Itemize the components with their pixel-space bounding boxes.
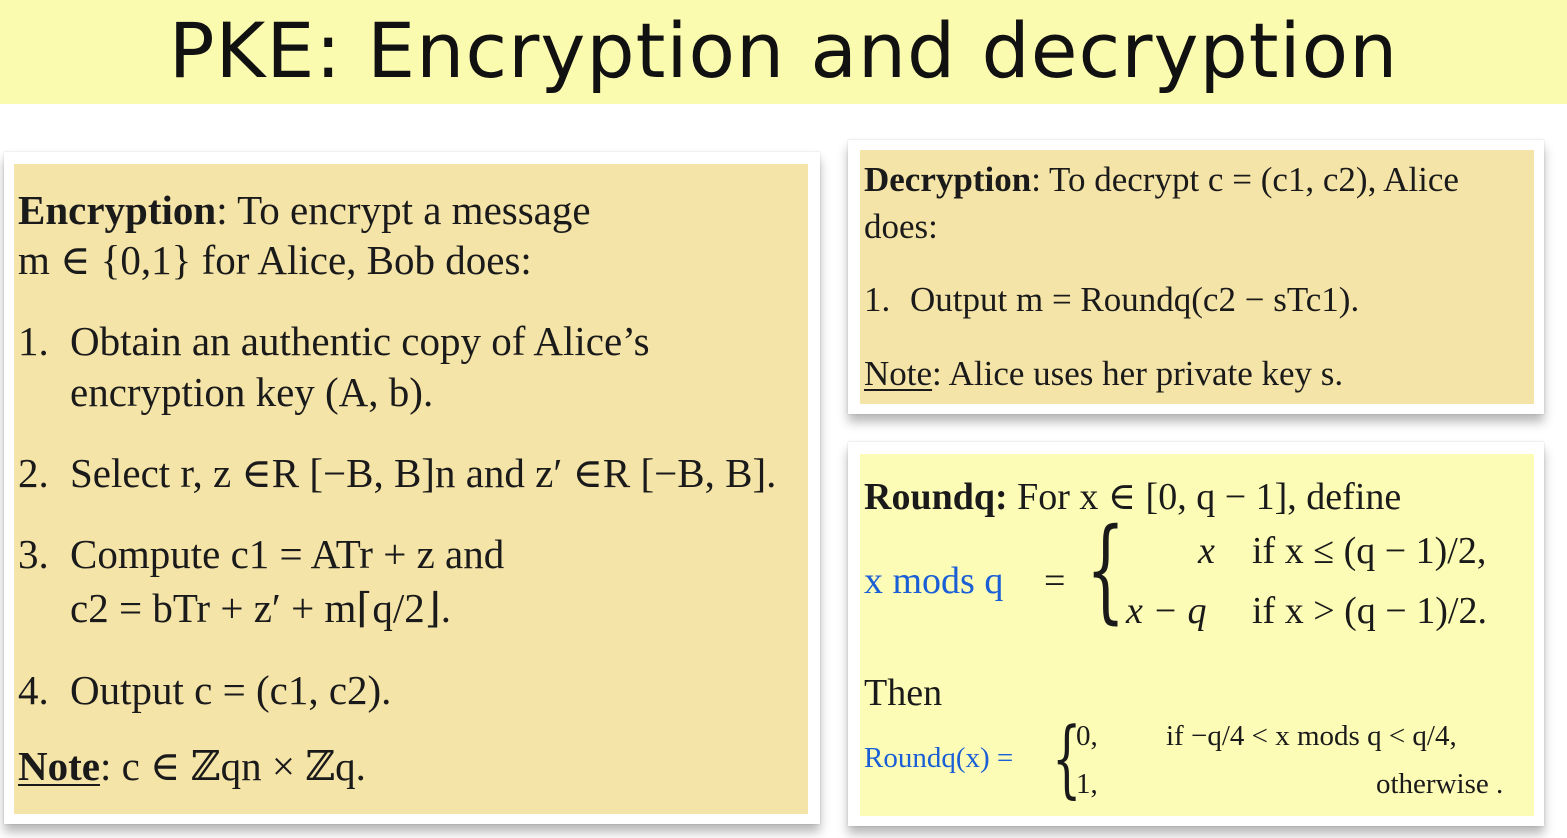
round-function-lhs: Roundq(x) = [864,740,1013,776]
mods-case2-value: x − q [1126,590,1207,632]
encryption-step3-number: 3. [18,531,49,577]
decryption-intro-line1: Decryption: To decrypt c = (c1, c2), Ali… [864,158,1459,202]
round-case2-condition: otherwise . [1376,768,1504,800]
round-definition-line: Roundq: For x ∈ [0, q − 1], define [864,474,1401,520]
page-title: PKE: Encryption and decryption [168,6,1399,95]
encryption-step1-number: 1. [18,318,49,364]
encryption-step4-text: Output c = (c1, c2). [70,667,392,713]
encryption-step3-line2: c2 = bTr + z′ + m⌈q/2⌋. [70,585,452,631]
mods-lhs: x mods q [864,558,1003,604]
round-panel: Roundq: For x ∈ [0, q − 1], define x mod… [860,454,1534,816]
encryption-note-label: Note [18,743,100,789]
decryption-note: Note: Alice uses her private key s. [864,352,1343,396]
encryption-step2-text: Select r, z ∈R [−B, B]n and z′ ∈R [−B, B… [70,450,777,496]
encryption-intro-line1: Encryption: To encrypt a message [18,186,591,234]
round-case1-condition: if −q/4 < x mods q < q/4, [1166,720,1457,752]
round-case1-value: 0, [1076,720,1098,752]
decryption-note-label: Note [864,354,933,393]
decryption-step1-text: Output m = Roundq(c2 − sTc1). [910,280,1360,319]
mods-equals: = [1044,560,1066,602]
encryption-panel: Encryption: To encrypt a message m ∈ {0,… [14,164,808,814]
encryption-note-text: : c ∈ ℤqn × ℤq. [99,743,366,789]
encryption-step3-line1: Compute c1 = ATr + z and [70,531,505,577]
encryption-heading: Encryption [18,187,217,233]
round-heading: Roundq: [864,476,1008,518]
mods-brace: { [1086,505,1126,635]
round-definition-text: For x ∈ [0, q − 1], define [1007,476,1402,518]
mods-expression: x mods q [864,560,1004,602]
decryption-heading: Decryption [864,160,1032,199]
mods-case1-condition: if x ≤ (q − 1)/2, [1252,530,1487,572]
round-case2-value: 1, [1076,768,1098,800]
encryption-intro-text: : To encrypt a message [216,187,591,233]
decryption-intro-line2: does: [864,207,938,246]
mods-case2-condition: if x > (q − 1)/2. [1252,590,1487,632]
encryption-step1-line1: Obtain an authentic copy of Alice’s [70,318,650,364]
encryption-intro-line2: m ∈ {0,1} for Alice, Bob does: [18,237,532,283]
mods-case1-value: x [1198,530,1215,572]
decryption-note-text: : Alice uses her private key s. [932,354,1344,393]
then-label: Then [864,672,943,714]
round-function-expression: Roundq(x) = [864,742,1014,774]
encryption-note: Note: c ∈ ℤqn × ℤq. [18,742,366,790]
encryption-step4-number: 4. [18,667,49,713]
encryption-step2-number: 2. [18,450,49,496]
decryption-intro-text: : To decrypt c = (c1, c2), Alice [1031,160,1459,199]
decryption-panel: Decryption: To decrypt c = (c1, c2), Ali… [860,150,1534,404]
encryption-step1-line2: encryption key (A, b). [70,369,434,415]
decryption-step1-number: 1. [864,280,891,319]
